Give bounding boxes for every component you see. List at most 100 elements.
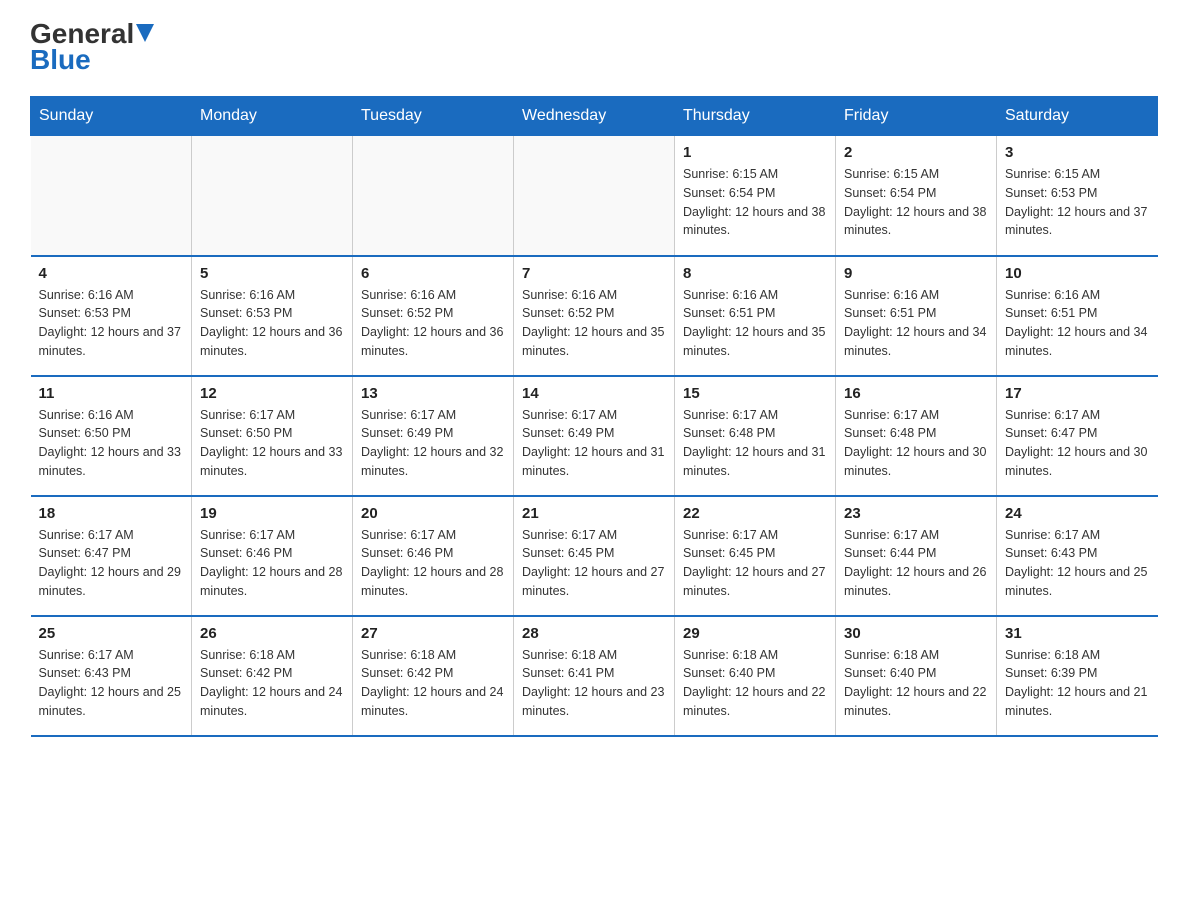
header-cell-thursday: Thursday [675, 97, 836, 136]
day-cell: 13 Sunrise: 6:17 AMSunset: 6:49 PMDayligh… [353, 376, 514, 496]
day-cell: 18Sunrise: 6:17 AMSunset: 6:47 PMDayligh… [31, 496, 192, 616]
day-number: 7 [522, 265, 666, 282]
week-row-4: 18Sunrise: 6:17 AMSunset: 6:47 PMDayligh… [31, 496, 1158, 616]
day-cell: 28 Sunrise: 6:18 AMSunset: 6:41 PMDayligh… [514, 616, 675, 736]
day-cell: 30 Sunrise: 6:18 AMSunset: 6:40 PMDayligh… [836, 616, 997, 736]
day-info: Sunrise: 6:16 AMSunset: 6:51 PMDaylight:… [844, 286, 988, 361]
day-cell: 3 Sunrise: 6:15 AMSunset: 6:53 PMDaylight… [997, 136, 1158, 256]
page-header: General Blue [30, 20, 1158, 76]
day-info: Sunrise: 6:18 AMSunset: 6:40 PMDaylight:… [683, 646, 827, 721]
day-number: 14 [522, 385, 666, 402]
week-row-2: 4 Sunrise: 6:16 AMSunset: 6:53 PMDaylight… [31, 256, 1158, 376]
day-info: Sunrise: 6:18 AMSunset: 6:42 PMDaylight:… [361, 646, 505, 721]
day-info: Sunrise: 6:16 AMSunset: 6:51 PMDaylight:… [683, 286, 827, 361]
day-cell: 24 Sunrise: 6:17 AMSunset: 6:43 PMDayligh… [997, 496, 1158, 616]
day-cell: 10Sunrise: 6:16 AMSunset: 6:51 PMDayligh… [997, 256, 1158, 376]
day-number: 15 [683, 385, 827, 402]
day-info: Sunrise: 6:17 AMSunset: 6:46 PMDaylight:… [361, 526, 505, 601]
week-row-1: 1Sunrise: 6:15 AMSunset: 6:54 PMDaylight… [31, 136, 1158, 256]
day-info: Sunrise: 6:17 AMSunset: 6:48 PMDaylight:… [683, 406, 827, 481]
day-cell: 16Sunrise: 6:17 AMSunset: 6:48 PMDayligh… [836, 376, 997, 496]
day-number: 30 [844, 625, 988, 642]
day-number: 22 [683, 505, 827, 522]
day-info: Sunrise: 6:18 AMSunset: 6:41 PMDaylight:… [522, 646, 666, 721]
day-number: 13 [361, 385, 505, 402]
day-info: Sunrise: 6:16 AMSunset: 6:50 PMDaylight:… [39, 406, 184, 481]
day-cell: 7 Sunrise: 6:16 AMSunset: 6:52 PMDaylight… [514, 256, 675, 376]
day-number: 3 [1005, 144, 1150, 161]
header-cell-friday: Friday [836, 97, 997, 136]
day-number: 26 [200, 625, 344, 642]
day-info: Sunrise: 6:16 AMSunset: 6:52 PMDaylight:… [522, 286, 666, 361]
day-cell: 20 Sunrise: 6:17 AMSunset: 6:46 PMDayligh… [353, 496, 514, 616]
day-info: Sunrise: 6:17 AMSunset: 6:43 PMDaylight:… [1005, 526, 1150, 601]
day-cell: 22 Sunrise: 6:17 AMSunset: 6:45 PMDayligh… [675, 496, 836, 616]
day-number: 21 [522, 505, 666, 522]
day-number: 28 [522, 625, 666, 642]
logo-triangle-icon [136, 24, 154, 42]
day-cell: 11 Sunrise: 6:16 AMSunset: 6:50 PMDayligh… [31, 376, 192, 496]
week-row-5: 25 Sunrise: 6:17 AMSunset: 6:43 PMDayligh… [31, 616, 1158, 736]
day-cell: 2 Sunrise: 6:15 AMSunset: 6:54 PMDaylight… [836, 136, 997, 256]
logo: General Blue [30, 20, 154, 76]
header-cell-wednesday: Wednesday [514, 97, 675, 136]
header-cell-saturday: Saturday [997, 97, 1158, 136]
day-info: Sunrise: 6:17 AMSunset: 6:48 PMDaylight:… [844, 406, 988, 481]
day-number: 29 [683, 625, 827, 642]
day-number: 4 [39, 265, 184, 282]
day-number: 9 [844, 265, 988, 282]
day-number: 6 [361, 265, 505, 282]
day-cell: 21Sunrise: 6:17 AMSunset: 6:45 PMDayligh… [514, 496, 675, 616]
day-info: Sunrise: 6:17 AMSunset: 6:47 PMDaylight:… [39, 526, 184, 601]
day-number: 8 [683, 265, 827, 282]
day-info: Sunrise: 6:17 AMSunset: 6:50 PMDaylight:… [200, 406, 344, 481]
day-number: 12 [200, 385, 344, 402]
day-info: Sunrise: 6:17 AMSunset: 6:49 PMDaylight:… [361, 406, 505, 481]
day-info: Sunrise: 6:15 AMSunset: 6:53 PMDaylight:… [1005, 165, 1150, 240]
day-info: Sunrise: 6:15 AMSunset: 6:54 PMDaylight:… [683, 165, 827, 240]
day-info: Sunrise: 6:17 AMSunset: 6:47 PMDaylight:… [1005, 406, 1150, 481]
day-cell: 9 Sunrise: 6:16 AMSunset: 6:51 PMDaylight… [836, 256, 997, 376]
day-number: 10 [1005, 265, 1150, 282]
day-number: 20 [361, 505, 505, 522]
day-number: 5 [200, 265, 344, 282]
calendar-header: SundayMondayTuesdayWednesdayThursdayFrid… [31, 97, 1158, 136]
logo-blue: Blue [30, 44, 91, 76]
day-cell [192, 136, 353, 256]
day-info: Sunrise: 6:16 AMSunset: 6:52 PMDaylight:… [361, 286, 505, 361]
day-cell: 15 Sunrise: 6:17 AMSunset: 6:48 PMDayligh… [675, 376, 836, 496]
day-info: Sunrise: 6:18 AMSunset: 6:40 PMDaylight:… [844, 646, 988, 721]
day-info: Sunrise: 6:17 AMSunset: 6:49 PMDaylight:… [522, 406, 666, 481]
day-info: Sunrise: 6:17 AMSunset: 6:45 PMDaylight:… [683, 526, 827, 601]
day-number: 17 [1005, 385, 1150, 402]
day-info: Sunrise: 6:16 AMSunset: 6:53 PMDaylight:… [39, 286, 184, 361]
day-info: Sunrise: 6:18 AMSunset: 6:39 PMDaylight:… [1005, 646, 1150, 721]
day-cell: 1Sunrise: 6:15 AMSunset: 6:54 PMDaylight… [675, 136, 836, 256]
day-cell: 25 Sunrise: 6:17 AMSunset: 6:43 PMDayligh… [31, 616, 192, 736]
day-cell: 31 Sunrise: 6:18 AMSunset: 6:39 PMDayligh… [997, 616, 1158, 736]
day-number: 25 [39, 625, 184, 642]
day-info: Sunrise: 6:15 AMSunset: 6:54 PMDaylight:… [844, 165, 988, 240]
calendar-body: 1Sunrise: 6:15 AMSunset: 6:54 PMDaylight… [31, 136, 1158, 736]
header-cell-tuesday: Tuesday [353, 97, 514, 136]
day-cell: 17 Sunrise: 6:17 AMSunset: 6:47 PMDayligh… [997, 376, 1158, 496]
header-cell-monday: Monday [192, 97, 353, 136]
day-cell: 27Sunrise: 6:18 AMSunset: 6:42 PMDayligh… [353, 616, 514, 736]
day-cell: 19Sunrise: 6:17 AMSunset: 6:46 PMDayligh… [192, 496, 353, 616]
day-number: 11 [39, 385, 184, 402]
week-row-3: 11 Sunrise: 6:16 AMSunset: 6:50 PMDayligh… [31, 376, 1158, 496]
day-number: 31 [1005, 625, 1150, 642]
day-cell: 26 Sunrise: 6:18 AMSunset: 6:42 PMDayligh… [192, 616, 353, 736]
day-info: Sunrise: 6:17 AMSunset: 6:46 PMDaylight:… [200, 526, 344, 601]
day-cell: 12 Sunrise: 6:17 AMSunset: 6:50 PMDayligh… [192, 376, 353, 496]
day-cell: 6 Sunrise: 6:16 AMSunset: 6:52 PMDaylight… [353, 256, 514, 376]
day-cell: 5 Sunrise: 6:16 AMSunset: 6:53 PMDaylight… [192, 256, 353, 376]
day-number: 24 [1005, 505, 1150, 522]
day-number: 2 [844, 144, 988, 161]
day-info: Sunrise: 6:17 AMSunset: 6:43 PMDaylight:… [39, 646, 184, 721]
day-info: Sunrise: 6:17 AMSunset: 6:44 PMDaylight:… [844, 526, 988, 601]
day-cell [353, 136, 514, 256]
day-info: Sunrise: 6:16 AMSunset: 6:53 PMDaylight:… [200, 286, 344, 361]
day-info: Sunrise: 6:18 AMSunset: 6:42 PMDaylight:… [200, 646, 344, 721]
day-cell: 23Sunrise: 6:17 AMSunset: 6:44 PMDayligh… [836, 496, 997, 616]
